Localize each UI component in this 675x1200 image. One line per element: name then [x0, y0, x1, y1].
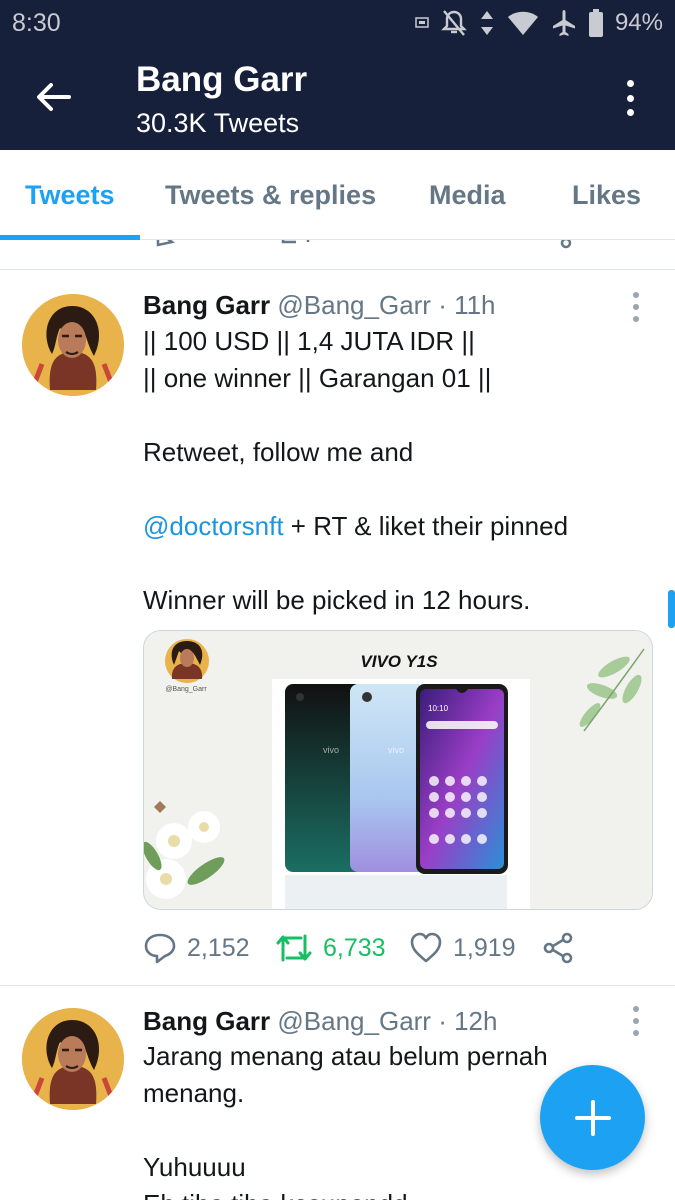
compose-tweet-button[interactable] [540, 1065, 645, 1170]
retweet-button[interactable]: 6,733 [275, 928, 386, 968]
share-icon [543, 932, 573, 964]
author-handle-and-time: @Bang_Garr · 12h [277, 1006, 498, 1036]
wifi-icon [507, 11, 538, 35]
reply-button[interactable]: 2,152 [143, 928, 250, 968]
tweet-header: Bang Garr @Bang_Garr · 11h [143, 290, 496, 321]
profile-tabs: Tweets Tweets & replies Media Likes [0, 150, 675, 240]
author-name[interactable]: Bang Garr [143, 290, 270, 320]
tweet-count: 30.3K Tweets [136, 108, 300, 138]
tweet-text: || 100 USD || 1,4 JUTA IDR || || one win… [143, 323, 643, 619]
phone-screen-clock: 10:10 [428, 704, 449, 713]
dot [626, 80, 634, 87]
reply-icon [144, 933, 176, 964]
tweet-text-fragment: + RT & liket their pinned [290, 511, 569, 541]
battery-percentage: 94% [614, 9, 663, 36]
tab-likes[interactable]: Likes [572, 180, 641, 211]
dot [633, 304, 639, 310]
giveaway-phone-image: @Bang_Garr VIVO Y1S vivo vivo 10:10 [144, 631, 652, 909]
back-button[interactable] [30, 74, 76, 120]
status-icons: 94% [415, 8, 663, 38]
tweet-text-line [143, 545, 643, 582]
dot [633, 1030, 639, 1036]
dot [633, 316, 639, 322]
previous-tweet-actions [0, 240, 675, 270]
phone-brand-logo: vivo [388, 745, 404, 755]
tweet-media-image[interactable]: @Bang_Garr VIVO Y1S vivo vivo 10:10 [143, 630, 653, 910]
profile-name: Bang Garr [136, 60, 308, 99]
phone-brand-logo: vivo [323, 745, 339, 755]
watermark-handle: @Bang_Garr [165, 686, 207, 693]
tweet-text-line: || 100 USD || 1,4 JUTA IDR || [143, 326, 475, 356]
tab-tweets-and-replies[interactable]: Tweets & replies [165, 180, 376, 211]
share-button[interactable] [541, 928, 575, 968]
avatar[interactable] [22, 1008, 124, 1110]
media-title: VIVO Y1S [360, 652, 438, 671]
tweet-more-button[interactable] [633, 292, 641, 322]
status-bar: 8:30 94% [0, 0, 675, 46]
notifications-off-icon [441, 10, 467, 36]
dot [633, 1006, 639, 1012]
tweet-text-line: Retweet, follow me and [143, 437, 414, 467]
scrollbar-thumb[interactable] [668, 590, 675, 628]
tweet-text-line: Eh tiba tiba kesupendd [143, 1186, 643, 1200]
tweet-text-line: Jarang menang atau belum pernah [143, 1041, 548, 1071]
tweet-text-line-with-mention: @doctorsnft + RT & liket their pinned [143, 508, 643, 545]
tab-media[interactable]: Media [429, 180, 506, 211]
app-header: 8:30 94% Bang Garr 30.3K Tweets [0, 0, 675, 150]
tweet-text-line [143, 397, 643, 434]
arrow-left-icon [37, 83, 71, 111]
tweet-text-line [143, 471, 643, 508]
author-name[interactable]: Bang Garr [143, 1006, 270, 1036]
tab-tweets[interactable]: Tweets [25, 180, 115, 211]
tweet-header: Bang Garr @Bang_Garr · 12h [143, 1006, 497, 1037]
status-time: 8:30 [12, 9, 61, 37]
dot [626, 109, 634, 116]
avatar[interactable] [22, 294, 124, 396]
overflow-menu-button[interactable] [615, 76, 645, 120]
tweet-actions: 2,152 6,733 1,919 [143, 928, 623, 968]
author-handle-and-time: @Bang_Garr · 11h [277, 290, 496, 320]
retweet-icon [276, 934, 312, 962]
dot [633, 292, 639, 298]
tweet-text-line: || one winner || Garangan 01 || [143, 363, 492, 393]
data-arrows-icon [480, 11, 493, 35]
tweet-text-line: Winner will be picked in 12 hours. [143, 585, 531, 615]
dot [626, 94, 634, 102]
tweet-more-button[interactable] [633, 1006, 641, 1036]
dot [633, 1018, 639, 1024]
mention-link[interactable]: @doctorsnft [143, 511, 284, 541]
previous-actions-icons [156, 240, 572, 249]
battery-icon [588, 9, 603, 37]
airplane-mode-icon [552, 10, 575, 36]
reply-count: 2,152 [187, 933, 250, 962]
cast-icon [415, 17, 429, 28]
retweet-count: 6,733 [323, 933, 386, 962]
heart-icon [410, 932, 442, 963]
like-count: 1,919 [453, 933, 516, 962]
like-button[interactable]: 1,919 [409, 928, 516, 968]
plus-icon [574, 1099, 611, 1136]
